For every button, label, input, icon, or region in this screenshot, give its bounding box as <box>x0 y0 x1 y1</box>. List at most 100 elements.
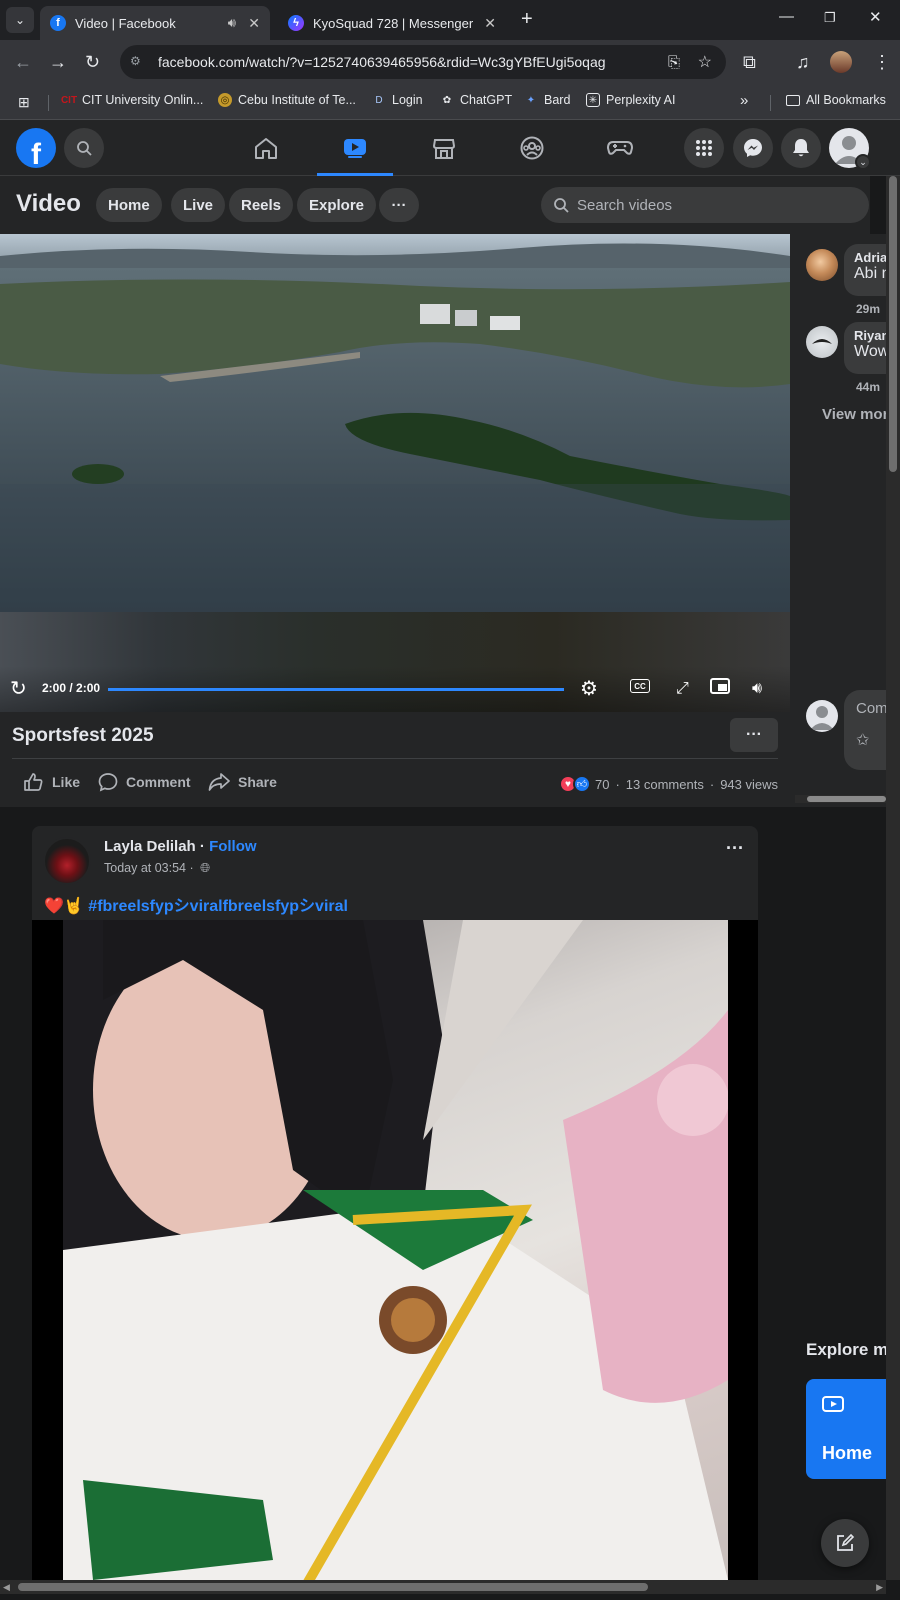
bookmark-divider <box>770 95 771 111</box>
close-tab-icon[interactable]: ✕ <box>248 15 260 32</box>
post-author-name[interactable]: Layla Delilah <box>104 838 196 855</box>
video-pill-explore[interactable]: Explore <box>297 188 377 222</box>
video-pill-live[interactable]: Live <box>171 188 226 222</box>
bookmark-perplexity[interactable]: ✳ Perplexity AI <box>586 93 675 107</box>
address-bar[interactable]: ⚙︎ facebook.com/watch/?v=125274063946595… <box>120 45 726 79</box>
tab-video-facebook[interactable]: f Video | Facebook 🔊︎ ✕ <box>40 6 270 40</box>
follow-button[interactable]: Follow <box>209 838 257 855</box>
profile-avatar[interactable] <box>830 51 852 73</box>
bookmark-chatgpt[interactable]: ✿ ChatGPT <box>440 93 512 107</box>
share-button[interactable]: Share <box>208 772 277 792</box>
scroll-right-arrow[interactable]: ▶ <box>876 1582 883 1593</box>
write-comment-input[interactable]: Comm ✩ <box>844 690 886 770</box>
extensions-icon[interactable]: ⧉ <box>743 52 756 73</box>
close-window-icon[interactable]: ✕ <box>869 8 882 26</box>
bard-icon: ✦ <box>526 94 536 106</box>
forward-icon[interactable]: → <box>49 52 67 73</box>
new-message-button[interactable] <box>821 1519 869 1567</box>
commenter-avatar[interactable] <box>806 326 838 358</box>
sticker-icon[interactable]: ✩ <box>856 730 869 750</box>
all-bookmarks-folder[interactable]: All Bookmarks <box>786 93 886 107</box>
comment-time[interactable]: 44m <box>856 380 880 394</box>
video-player[interactable] <box>0 234 790 712</box>
share-label: Share <box>238 774 277 790</box>
video-pill-home[interactable]: Home <box>96 188 162 222</box>
video-pill-reels[interactable]: Reels <box>229 188 294 222</box>
nav-gaming-tab[interactable] <box>582 120 658 176</box>
horizontal-scrollbar[interactable]: ◀ ▶ <box>0 1580 886 1594</box>
close-tab-icon[interactable]: ✕ <box>484 15 496 32</box>
site-settings-icon[interactable]: ⚙︎ <box>130 54 146 70</box>
notifications-button[interactable] <box>781 128 821 168</box>
facebook-logo[interactable]: f <box>16 128 56 168</box>
browser-menu-icon[interactable]: ⋮ <box>873 52 891 73</box>
nav-video-tab[interactable] <box>317 120 393 176</box>
back-icon[interactable]: ← <box>14 52 32 73</box>
commenter-name[interactable]: Adria <box>854 250 886 265</box>
scrollbar-thumb[interactable] <box>18 1583 648 1591</box>
like-button[interactable]: Like <box>23 772 80 792</box>
minimize-icon[interactable]: — <box>779 8 794 25</box>
commenter-avatar[interactable] <box>806 249 838 281</box>
comment-time[interactable]: 29m <box>856 302 880 316</box>
facebook-top-nav: f ⌄ <box>0 120 900 176</box>
nav-home-tab[interactable] <box>228 120 304 176</box>
bookmark-bard[interactable]: ✦ Bard <box>524 93 571 107</box>
post-author-avatar[interactable] <box>43 837 91 885</box>
explore-home-card[interactable]: Home <box>806 1379 896 1479</box>
video-info-panel: Sportsfest 2025 ··· Like Comment Share ♥… <box>0 712 790 807</box>
menu-button[interactable] <box>684 128 724 168</box>
install-app-icon[interactable]: ⎘ <box>668 54 680 71</box>
reaction-count[interactable]: 70 <box>595 777 609 792</box>
messenger-button[interactable] <box>733 128 773 168</box>
video-controls: ↻ 2:00 / 2:00 ⚙︎ CC ⤢ 🔊︎ <box>0 666 790 712</box>
volume-icon[interactable]: 🔊︎ <box>752 680 762 698</box>
audio-playing-icon[interactable]: 🔊︎ <box>228 15 236 31</box>
bookmark-cebu[interactable]: ◎ Cebu Institute of Te... <box>218 93 356 107</box>
settings-gear-icon[interactable]: ⚙︎ <box>580 676 598 701</box>
new-tab-button[interactable]: + <box>521 8 533 31</box>
bookmark-cit[interactable]: CIT CIT University Onlin... <box>61 93 203 107</box>
bookmarks-overflow-button[interactable]: » <box>740 92 748 109</box>
commenter-name[interactable]: Riyan <box>854 328 886 343</box>
scroll-left-arrow[interactable]: ◀ <box>3 1582 10 1593</box>
fb-search-button[interactable] <box>64 128 104 168</box>
vertical-scrollbar[interactable] <box>886 176 900 1580</box>
bookmark-login[interactable]: D Login <box>372 93 422 107</box>
comment-bubble: Riyan Wow <box>844 322 886 374</box>
post-timestamp[interactable]: Today at 03:54 · 🌐︎ <box>104 861 210 876</box>
cebu-icon: ◎ <box>218 93 232 107</box>
compose-icon <box>837 1533 855 1551</box>
comment-button[interactable]: Comment <box>98 772 191 792</box>
scrollbar-thumb[interactable] <box>807 796 886 802</box>
video-section-title: Video <box>16 190 81 217</box>
bookmarks-bar: ⊞ CIT CIT University Onlin... ◎ Cebu Ins… <box>0 86 900 120</box>
video-more-button[interactable]: ··· <box>379 188 419 222</box>
fullscreen-icon[interactable]: ⤢ <box>676 680 689 698</box>
reload-icon[interactable]: ↻ <box>85 52 100 73</box>
replay-icon[interactable]: ↻ <box>10 676 27 701</box>
post-options-button[interactable]: ··· <box>726 838 744 859</box>
video-progress-bar[interactable] <box>108 688 564 691</box>
scrollbar-thumb[interactable] <box>889 176 897 472</box>
comments-horizontal-scrollbar[interactable] <box>795 795 886 803</box>
search-videos-input[interactable]: Search videos <box>541 187 869 223</box>
post-video[interactable] <box>32 920 758 1580</box>
account-chevron-icon[interactable]: ⌄ <box>855 154 871 170</box>
tab-search-dropdown-icon[interactable]: ⌄ <box>6 7 34 33</box>
bookmark-star-icon[interactable]: ☆ <box>698 52 712 72</box>
explore-more-title: Explore mo <box>806 1340 899 1359</box>
messenger-icon <box>744 139 762 157</box>
tab-messenger[interactable]: ϟ KyoSquad 728 | Messenger ✕ <box>278 6 506 40</box>
comments-count[interactable]: 13 comments <box>626 777 704 792</box>
view-more-comments[interactable]: View mor <box>822 406 886 423</box>
picture-in-picture-icon[interactable] <box>710 678 730 694</box>
apps-grid-icon[interactable]: ⊞ <box>18 94 30 111</box>
restore-icon[interactable]: ❐ <box>824 10 836 26</box>
captions-icon[interactable]: CC <box>630 679 650 693</box>
nav-marketplace-tab[interactable] <box>406 120 482 176</box>
media-control-icon[interactable]: ♫ <box>796 52 810 73</box>
caption-hashtag[interactable]: #fbreelsfypシviralfbreelsfypシviral <box>88 898 348 915</box>
nav-groups-tab[interactable] <box>494 120 570 176</box>
video-options-button[interactable]: ··· <box>730 718 778 752</box>
